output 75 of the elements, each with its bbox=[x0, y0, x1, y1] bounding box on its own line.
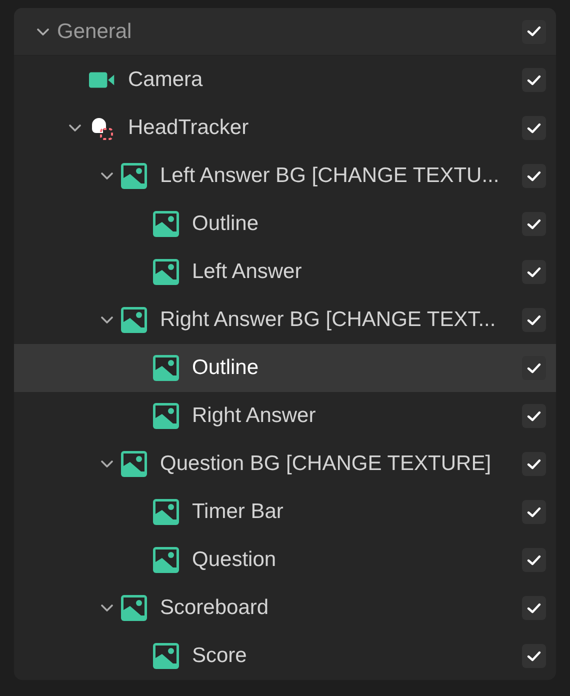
checkmark-icon bbox=[527, 362, 541, 374]
object-label: Outline bbox=[192, 356, 260, 380]
object-label: Question BG [CHANGE TEXTURE] bbox=[160, 452, 492, 476]
object-label: Timer Bar bbox=[192, 500, 284, 524]
checkmark-icon bbox=[527, 26, 541, 37]
image-icon bbox=[153, 547, 179, 573]
object-label: Question bbox=[192, 548, 278, 572]
checkbox[interactable] bbox=[522, 644, 546, 668]
tree-row[interactable]: Question bbox=[14, 536, 556, 584]
tree-row[interactable]: HeadTracker bbox=[14, 104, 556, 152]
image-icon bbox=[121, 163, 147, 189]
checkmark-icon bbox=[527, 602, 541, 614]
object-label: HeadTracker bbox=[128, 116, 250, 140]
checkmark-icon bbox=[527, 218, 541, 230]
tree-row[interactable]: Outline bbox=[14, 344, 556, 392]
tree-row[interactable]: Camera bbox=[14, 56, 556, 104]
object-label: Outline bbox=[192, 212, 260, 236]
image-icon bbox=[153, 211, 179, 237]
tree-row[interactable]: Timer Bar bbox=[14, 488, 556, 536]
checkbox[interactable] bbox=[522, 596, 546, 620]
object-label: Scoreboard bbox=[160, 596, 270, 620]
tree-row[interactable]: Scoreboard bbox=[14, 584, 556, 632]
checkmark-icon bbox=[527, 170, 541, 182]
image-icon bbox=[121, 595, 147, 621]
image-icon bbox=[121, 451, 147, 477]
checkmark-icon bbox=[527, 266, 541, 278]
tree-row[interactable]: Right Answer bbox=[14, 392, 556, 440]
checkbox[interactable] bbox=[522, 68, 546, 92]
chevron-icon[interactable] bbox=[101, 172, 113, 180]
tree-row[interactable]: Right Answer BG [CHANGE TEXT... bbox=[14, 296, 556, 344]
head-tracker-icon bbox=[89, 115, 115, 141]
checkbox[interactable] bbox=[522, 212, 546, 236]
chevron-icon[interactable] bbox=[69, 124, 81, 132]
checkmark-icon bbox=[527, 74, 541, 86]
checkbox[interactable] bbox=[522, 116, 546, 140]
object-label: Right Answer bbox=[192, 404, 317, 428]
section-title: General bbox=[57, 20, 133, 44]
checkmark-icon bbox=[527, 554, 541, 566]
object-label: Left Answer BG [CHANGE TEXTU... bbox=[160, 164, 500, 188]
checkmark-icon bbox=[527, 650, 541, 662]
checkmark-icon bbox=[527, 122, 541, 134]
image-icon bbox=[153, 643, 179, 669]
checkmark-icon bbox=[527, 506, 541, 518]
checkbox[interactable] bbox=[522, 308, 546, 332]
image-icon bbox=[153, 259, 179, 285]
chevron-icon[interactable] bbox=[101, 316, 113, 324]
image-icon bbox=[153, 355, 179, 381]
object-label: Camera bbox=[128, 68, 204, 92]
tree-row[interactable]: Left Answer bbox=[14, 248, 556, 296]
object-label: Right Answer BG [CHANGE TEXT... bbox=[160, 308, 497, 332]
chevron-icon[interactable] bbox=[101, 460, 113, 468]
checkbox[interactable] bbox=[522, 20, 546, 44]
video-camera-icon bbox=[89, 70, 115, 90]
object-label: Score bbox=[192, 644, 248, 668]
tree-row[interactable]: Question BG [CHANGE TEXTURE] bbox=[14, 440, 556, 488]
chevron-icon[interactable] bbox=[101, 604, 113, 612]
checkbox[interactable] bbox=[522, 548, 546, 572]
checkbox[interactable] bbox=[522, 356, 546, 380]
checkmark-icon bbox=[527, 458, 541, 470]
image-icon bbox=[121, 307, 147, 333]
image-icon bbox=[153, 403, 179, 429]
object-label: Left Answer bbox=[192, 260, 303, 284]
chevron-icon[interactable] bbox=[37, 28, 49, 36]
checkmark-icon bbox=[527, 314, 541, 326]
tree-row[interactable]: Score bbox=[14, 632, 556, 680]
checkmark-icon bbox=[527, 410, 541, 422]
image-icon bbox=[153, 499, 179, 525]
tree-row[interactable]: Left Answer BG [CHANGE TEXTU... bbox=[14, 152, 556, 200]
checkbox[interactable] bbox=[522, 500, 546, 524]
checkbox[interactable] bbox=[522, 164, 546, 188]
checkbox[interactable] bbox=[522, 452, 546, 476]
checkbox[interactable] bbox=[522, 260, 546, 284]
tree-row[interactable]: Outline bbox=[14, 200, 556, 248]
checkbox[interactable] bbox=[522, 404, 546, 428]
section-header[interactable]: General bbox=[14, 8, 556, 56]
